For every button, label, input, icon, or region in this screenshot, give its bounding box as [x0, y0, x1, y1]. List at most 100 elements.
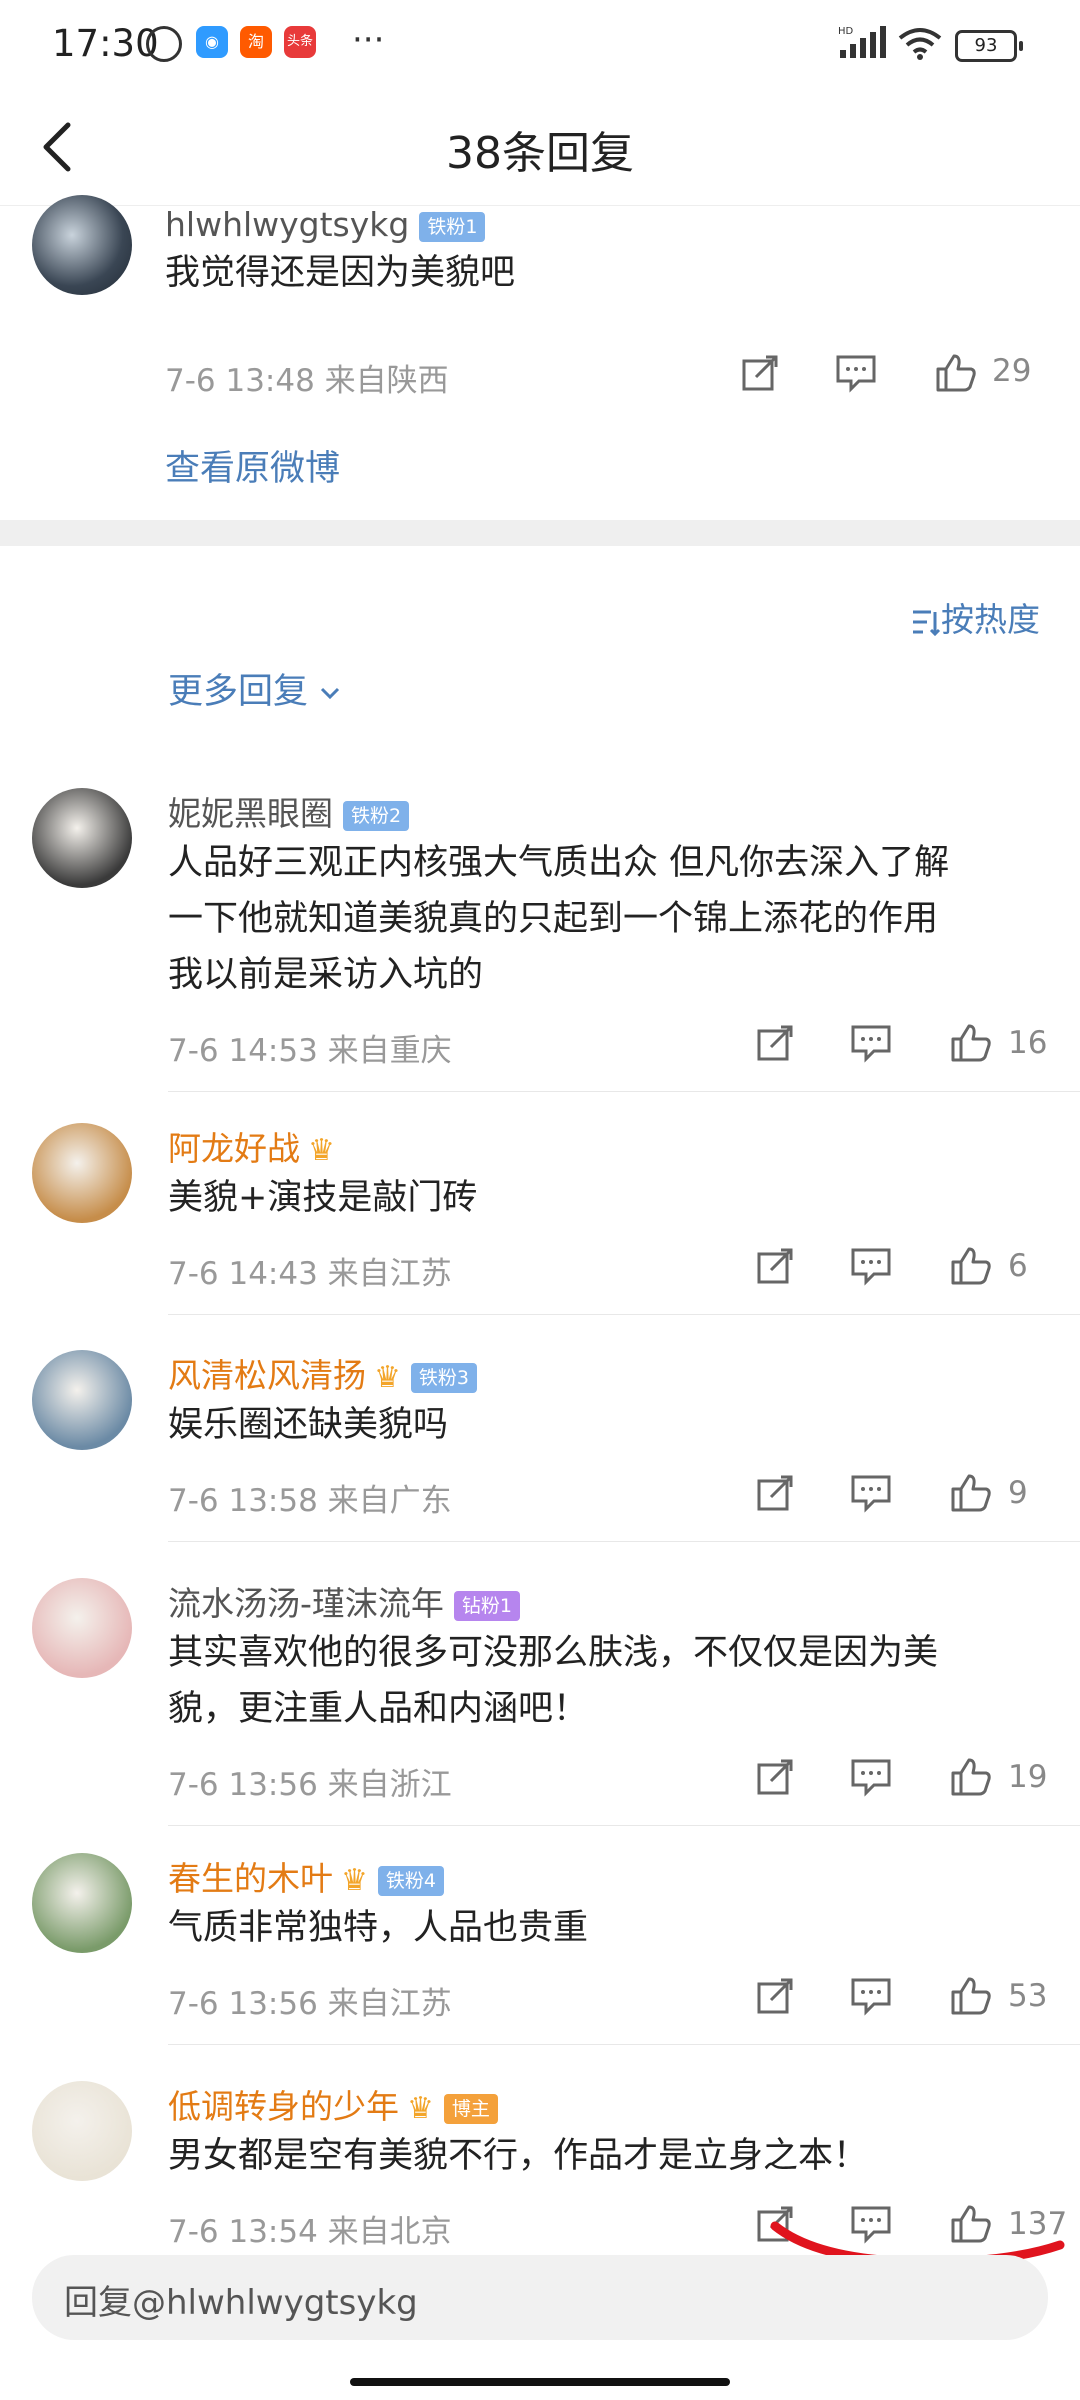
username[interactable]: 妮妮黑眼圈 铁粉2: [168, 787, 410, 835]
comment-actions: 137: [740, 2204, 1067, 2254]
comment-meta: 7-6 13:48 来自陕西: [165, 363, 449, 399]
toutiao-icon: 头条: [284, 26, 316, 58]
more-notifications: ···: [352, 20, 385, 60]
comment-text-line: 男女都是空有美貌不行，作品才是立身之本！: [168, 2136, 869, 2176]
like-count: 19: [1008, 1759, 1048, 1795]
comment-icon[interactable]: [835, 353, 877, 393]
share-icon[interactable]: [755, 1246, 795, 1290]
divider: [168, 1314, 1080, 1315]
sort-icon: [913, 610, 941, 636]
more-replies-button[interactable]: 更多回复: [168, 663, 341, 714]
comment-text: 气质非常独特，人品也贵重: [168, 1900, 588, 1956]
comment-meta: 7-6 13:56 来自浙江: [168, 1767, 452, 1803]
sort-by-hot-button[interactable]: 按热度: [911, 593, 1040, 641]
avatar[interactable]: [32, 2081, 132, 2181]
avatar[interactable]: [32, 1350, 132, 1450]
crown-icon: ♛: [374, 1360, 401, 1395]
comment-actions: 53: [740, 1976, 1047, 2026]
like-icon[interactable]: [950, 1246, 992, 1290]
chevron-down-icon: [321, 687, 340, 700]
like-count: 137: [1008, 2206, 1068, 2242]
reply-placeholder[interactable]: 回复@hlwhlwygtsykg: [64, 2275, 418, 2324]
comment-icon[interactable]: [850, 1023, 892, 1067]
alarm-icon: [146, 26, 182, 62]
username[interactable]: 风清松风清扬 ♛ 铁粉3: [168, 1349, 477, 1397]
avatar[interactable]: [32, 195, 132, 295]
username[interactable]: 流水汤汤-瑾沫流年 钻粉1: [168, 1577, 521, 1625]
taobao-icon: 淘: [240, 26, 272, 58]
comment-text: 人品好三观正内核强大气质出众 但凡你去深入了解 一下他就知道美貌真的只起到一个锦上…: [168, 835, 949, 1003]
like-count: 6: [1008, 1248, 1028, 1284]
username[interactable]: 低调转身的少年 ♛ 博主: [168, 2080, 498, 2128]
like-icon[interactable]: [950, 1976, 992, 2020]
battery-icon: 93: [955, 30, 1023, 62]
fan-badge: 铁粉1: [419, 211, 486, 242]
sort-label[interactable]: 按热度: [941, 600, 1040, 639]
comment-icon[interactable]: [850, 1757, 892, 1801]
like-count: 29: [992, 353, 1032, 389]
username[interactable]: 阿龙好战 ♛: [168, 1122, 335, 1170]
comment-text: 男女都是空有美貌不行，作品才是立身之本！: [168, 2128, 868, 2184]
comment-text: 其实喜欢他的很多可没那么肤浅，不仅仅是因为美 貌，更注重人品和内涵吧！: [168, 1625, 938, 1737]
page-title: 38条回复: [446, 128, 634, 179]
avatar[interactable]: [32, 1123, 132, 1223]
username-text[interactable]: 风清松风清扬: [168, 1356, 366, 1395]
comment-icon[interactable]: [850, 1976, 892, 2020]
avatar[interactable]: [32, 788, 132, 888]
title-bar: 38条回复: [0, 95, 1080, 206]
comment-icon[interactable]: [850, 1473, 892, 1517]
share-icon[interactable]: [740, 353, 780, 393]
username[interactable]: 春生的木叶 ♛ 铁粉4: [168, 1852, 444, 1900]
divider: [168, 1091, 1080, 1092]
fan-badge: 铁粉4: [377, 1865, 444, 1896]
share-icon[interactable]: [755, 1023, 795, 1067]
avatar[interactable]: [32, 1578, 132, 1678]
like-icon[interactable]: [950, 1473, 992, 1517]
reply-input[interactable]: 回复@hlwhlwygtsykg: [32, 2255, 1048, 2340]
like-icon[interactable]: [950, 1023, 992, 1067]
status-time: 17:30: [52, 22, 159, 65]
fan-badge: 博主: [443, 2093, 498, 2124]
comment-actions: 29: [740, 353, 1040, 403]
username-text[interactable]: 低调转身的少年: [168, 2087, 399, 2126]
comment-text: 我觉得还是因为美貌吧: [165, 253, 516, 293]
like-icon[interactable]: [935, 353, 977, 393]
fan-badge: 铁粉3: [410, 1362, 477, 1393]
comment-text-line: 其实喜欢他的很多可没那么肤浅，不仅仅是因为美: [168, 1633, 939, 1673]
comment-actions: 6: [740, 1246, 1040, 1296]
username-text[interactable]: hlwhlwygtsykg: [165, 205, 409, 244]
username-text[interactable]: 流水汤汤-瑾沫流年: [168, 1584, 444, 1623]
comment-text-line: 气质非常独特，人品也贵重: [168, 1908, 589, 1948]
comment-text-line: 貌，更注重人品和内涵吧！: [168, 1689, 589, 1729]
avatar[interactable]: [32, 1853, 132, 1953]
username-text[interactable]: 阿龙好战: [168, 1129, 300, 1168]
username[interactable]: hlwhlwygtsykg 铁粉1: [165, 205, 486, 244]
comment-text-line: 一下他就知道美貌真的只起到一个锦上添花的作用: [168, 899, 939, 939]
comment-meta: 7-6 13:58 来自广东: [168, 1483, 452, 1519]
divider: [168, 1541, 1080, 1542]
status-bar: 17:30 ◉ 淘 头条 ··· HD 93: [0, 0, 1080, 95]
comment-meta: 7-6 14:53 来自重庆: [168, 1033, 452, 1069]
share-icon[interactable]: [755, 2204, 795, 2248]
view-original-link[interactable]: 查看原微博: [165, 440, 340, 491]
comment-actions: 16: [740, 1023, 1047, 1073]
share-icon[interactable]: [755, 1976, 795, 2020]
share-icon[interactable]: [755, 1473, 795, 1517]
comment-text-line: 娱乐圈还缺美貌吗: [168, 1405, 449, 1445]
comment-text-line: 人品好三观正内核强大气质出众 但凡你去深入了解: [168, 843, 950, 883]
like-icon[interactable]: [950, 1757, 992, 1801]
comment-text: 娱乐圈还缺美貌吗: [168, 1397, 448, 1453]
username-text[interactable]: 春生的木叶: [168, 1859, 333, 1898]
comment-meta: 7-6 14:43 来自江苏: [168, 1256, 452, 1292]
home-indicator[interactable]: [350, 2378, 730, 2386]
username-text[interactable]: 妮妮黑眼圈: [168, 794, 333, 833]
fan-badge: 钻粉1: [453, 1590, 521, 1621]
more-replies-label[interactable]: 更多回复: [168, 672, 308, 712]
comment-meta: 7-6 13:56 来自江苏: [168, 1986, 452, 2022]
share-icon[interactable]: [755, 1757, 795, 1801]
comment-icon[interactable]: [850, 1246, 892, 1290]
comment-icon[interactable]: [850, 2204, 892, 2248]
comment-text-line: 美貌+演技是敲门砖: [168, 1178, 478, 1218]
like-icon[interactable]: [950, 2204, 992, 2248]
comment-actions: 19: [740, 1757, 1047, 1807]
